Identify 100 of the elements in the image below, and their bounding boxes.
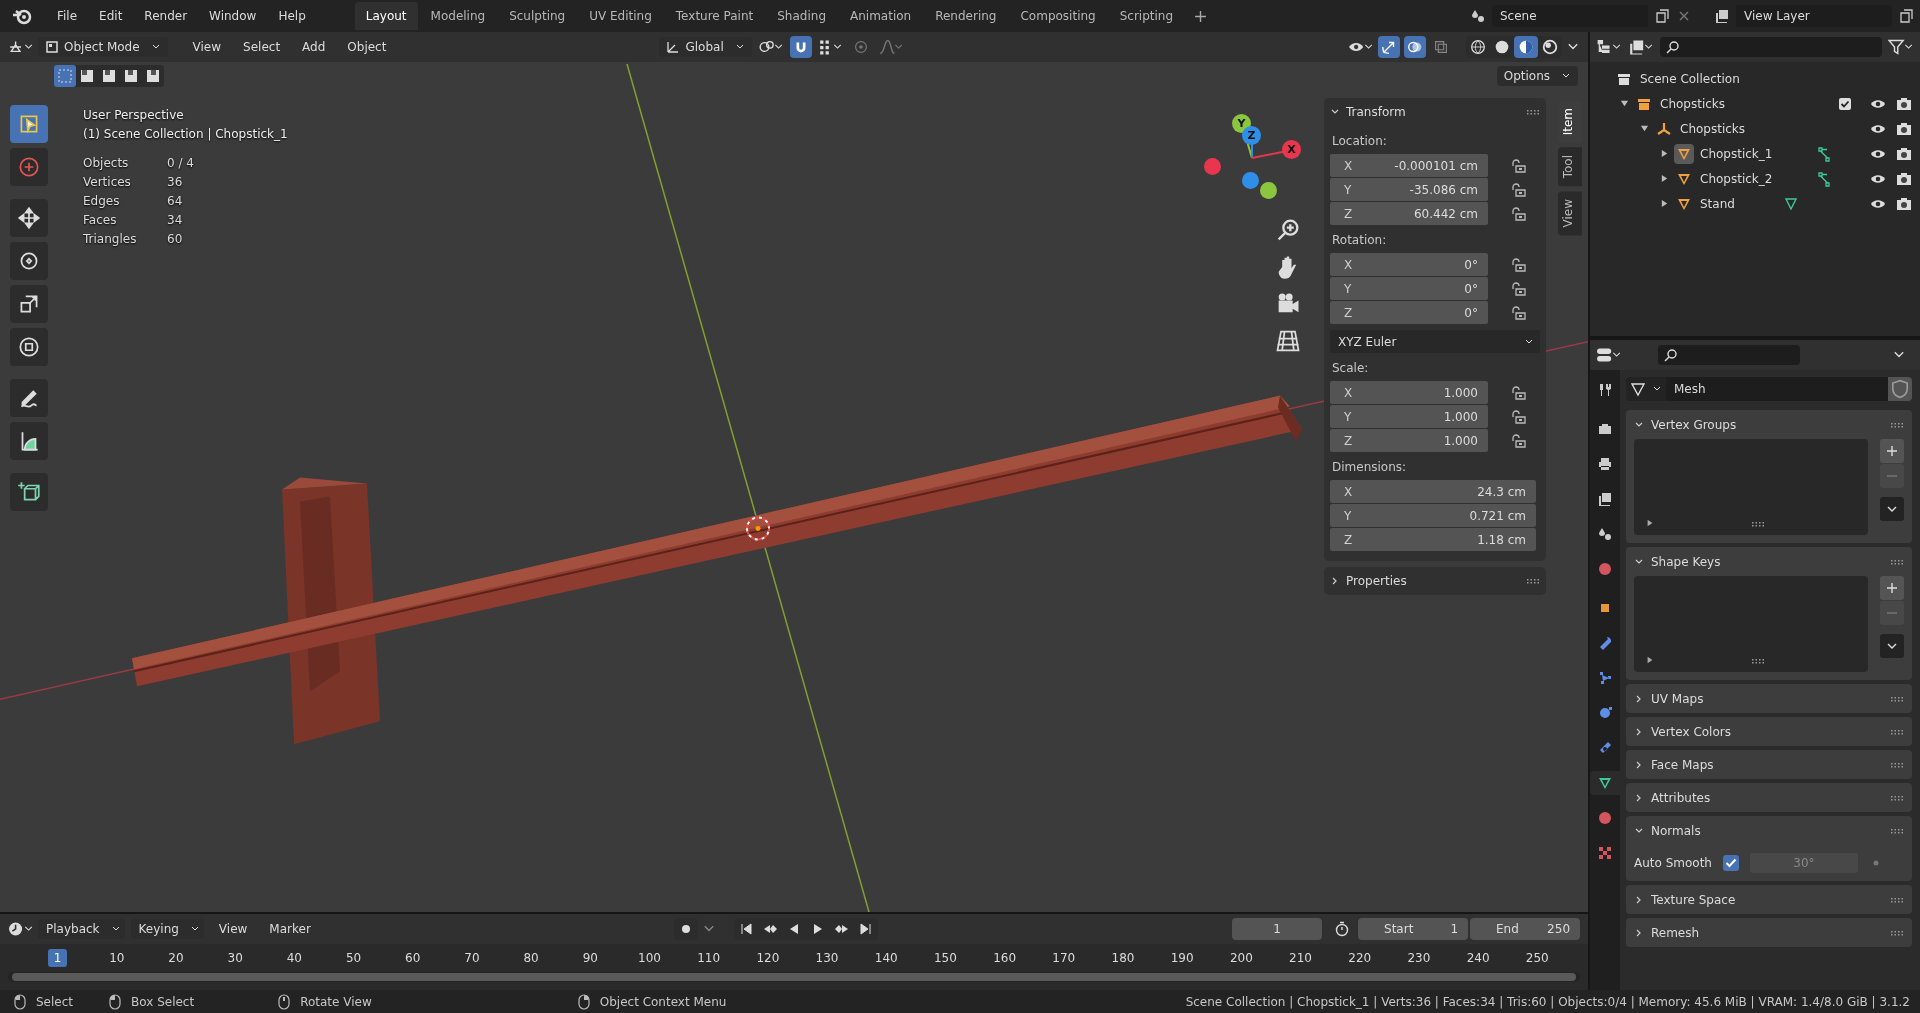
axis-label[interactable]: X <box>1282 140 1301 159</box>
frame-number[interactable]: 50 <box>339 949 368 967</box>
axis-handle[interactable] <box>1242 172 1259 189</box>
frame-number[interactable]: 70 <box>458 949 486 967</box>
keyframe-dot-icon[interactable] <box>1872 859 1880 867</box>
tool-button[interactable] <box>10 328 48 366</box>
orientation-dropdown[interactable]: Global <box>659 37 752 57</box>
collapsed-arrow-icon[interactable] <box>1659 174 1669 183</box>
frame-number[interactable]: 190 <box>1164 949 1200 967</box>
copy-icon[interactable] <box>1654 8 1670 24</box>
padlock-icon[interactable] <box>1510 256 1526 273</box>
menu-button[interactable] <box>1880 497 1904 521</box>
menu-item[interactable]: Edit <box>90 5 132 27</box>
menu-item[interactable]: View <box>209 919 257 939</box>
frame-number[interactable]: 160 <box>987 949 1023 967</box>
frame-number[interactable]: 1 <box>47 949 68 967</box>
gizmo-arrows-icon[interactable] <box>1378 36 1400 58</box>
add-icon[interactable] <box>1194 9 1208 23</box>
sidebar-tab[interactable]: View <box>1558 190 1582 236</box>
workspace-tab[interactable]: Modeling <box>419 2 497 30</box>
menu-item[interactable]: Object <box>338 37 396 57</box>
camera-icon[interactable] <box>1896 145 1912 162</box>
frame-number[interactable]: 130 <box>809 949 845 967</box>
drag-handle-icon[interactable] <box>1526 109 1540 115</box>
search-field[interactable] <box>1660 37 1882 57</box>
outliner-item[interactable]: Chopstick_2 <box>1698 171 1773 186</box>
expand-arrow-icon[interactable] <box>1646 656 1654 664</box>
mesh-name-field[interactable]: Mesh <box>1666 377 1888 401</box>
vertex-edges-icon[interactable] <box>1816 145 1833 162</box>
drag-handle-icon[interactable] <box>1890 695 1904 702</box>
outliner-item[interactable]: Scene Collection <box>1638 71 1740 86</box>
panel-title[interactable]: Normals <box>1651 823 1701 838</box>
menu-button[interactable] <box>1880 634 1904 658</box>
workspace-tab[interactable]: Sculpting <box>498 2 577 30</box>
frame-number[interactable]: 170 <box>1046 949 1082 967</box>
resize-handle-icon[interactable] <box>1751 658 1765 664</box>
tool-button[interactable] <box>10 199 48 237</box>
properties-editor-icon[interactable] <box>1596 346 1622 364</box>
overlays-icon[interactable] <box>1404 36 1426 58</box>
tool-button[interactable] <box>10 379 48 417</box>
frame-number[interactable]: 110 <box>691 949 727 967</box>
padlock-icon[interactable] <box>1510 181 1526 198</box>
copy-icon[interactable] <box>1898 8 1914 24</box>
start-frame-field[interactable]: Start 1 <box>1358 918 1468 940</box>
frame-number[interactable]: 240 <box>1460 949 1496 967</box>
filter-icon[interactable] <box>1888 38 1914 56</box>
number-field[interactable]: Y -35.086 cm <box>1330 178 1488 201</box>
axis-handle[interactable] <box>1260 182 1277 199</box>
workspace-tab[interactable]: Rendering <box>924 2 1008 30</box>
panel-title[interactable]: Vertex Groups <box>1651 417 1737 432</box>
camera-icon[interactable] <box>1896 95 1912 112</box>
padlock-icon[interactable] <box>1510 280 1526 297</box>
drag-handle-icon[interactable] <box>1890 558 1904 565</box>
padlock-icon[interactable] <box>1510 205 1526 222</box>
axis-handle[interactable] <box>1204 158 1221 175</box>
padlock-icon[interactable] <box>1510 432 1526 449</box>
properties-tab[interactable] <box>1590 771 1620 795</box>
frame-number[interactable]: 150 <box>927 949 963 967</box>
scene-icon[interactable] <box>1470 8 1486 24</box>
shield-icon[interactable] <box>1888 377 1912 401</box>
drag-handle-icon[interactable] <box>1526 578 1540 584</box>
search-field[interactable] <box>1658 345 1800 365</box>
frame-number[interactable]: 220 <box>1342 949 1378 967</box>
panel-title[interactable]: Transform <box>1346 105 1406 119</box>
drag-handle-icon[interactable] <box>1890 896 1904 903</box>
expand-arrow-icon[interactable] <box>1646 519 1654 527</box>
frame-number[interactable]: 80 <box>517 949 545 967</box>
panel-title[interactable]: Remesh <box>1651 925 1700 940</box>
padlock-icon[interactable] <box>1510 408 1526 425</box>
record-button[interactable] <box>673 918 698 940</box>
panel-title[interactable]: Shape Keys <box>1651 554 1721 569</box>
frame-number[interactable]: 250 <box>1519 949 1555 967</box>
panel-title[interactable]: Vertex Colors <box>1651 724 1731 739</box>
menu-item[interactable]: Keying <box>130 919 204 939</box>
frame-number[interactable]: 90 <box>576 949 604 967</box>
workspace-tab[interactable]: Shading <box>766 2 837 30</box>
falloff-curve-icon[interactable] <box>877 38 904 56</box>
menu-item[interactable]: Playback <box>38 919 125 939</box>
frame-number[interactable]: 140 <box>868 949 904 967</box>
frame-number[interactable]: 120 <box>750 949 786 967</box>
frame-number[interactable]: 20 <box>162 949 190 967</box>
collapsed-arrow-icon[interactable] <box>1659 199 1669 208</box>
camera-icon[interactable] <box>1896 195 1912 212</box>
collapsed-arrow-icon[interactable] <box>1659 149 1669 158</box>
tool-button[interactable] <box>10 473 48 511</box>
menu-item[interactable]: Select <box>234 37 290 57</box>
menu-item[interactable]: Marker <box>260 919 320 939</box>
outliner-item[interactable]: Stand <box>1698 196 1735 211</box>
drag-handle-icon[interactable] <box>1890 827 1904 834</box>
workspace-tab[interactable]: Animation <box>839 2 923 30</box>
workspace-tab[interactable]: UV Editing <box>578 2 663 30</box>
checkbox[interactable] <box>1838 96 1852 111</box>
number-field[interactable]: Z 0° <box>1330 301 1488 324</box>
workspace-tab[interactable]: Compositing <box>1009 2 1107 30</box>
outliner-item[interactable]: Chopstick_1 <box>1698 146 1773 161</box>
camera-icon[interactable] <box>1896 120 1912 137</box>
panel-title[interactable]: Attributes <box>1651 790 1711 805</box>
view-layer-field[interactable]: View Layer <box>1736 5 1892 27</box>
panel-title[interactable]: Properties <box>1346 574 1407 588</box>
padlock-icon[interactable] <box>1510 384 1526 401</box>
